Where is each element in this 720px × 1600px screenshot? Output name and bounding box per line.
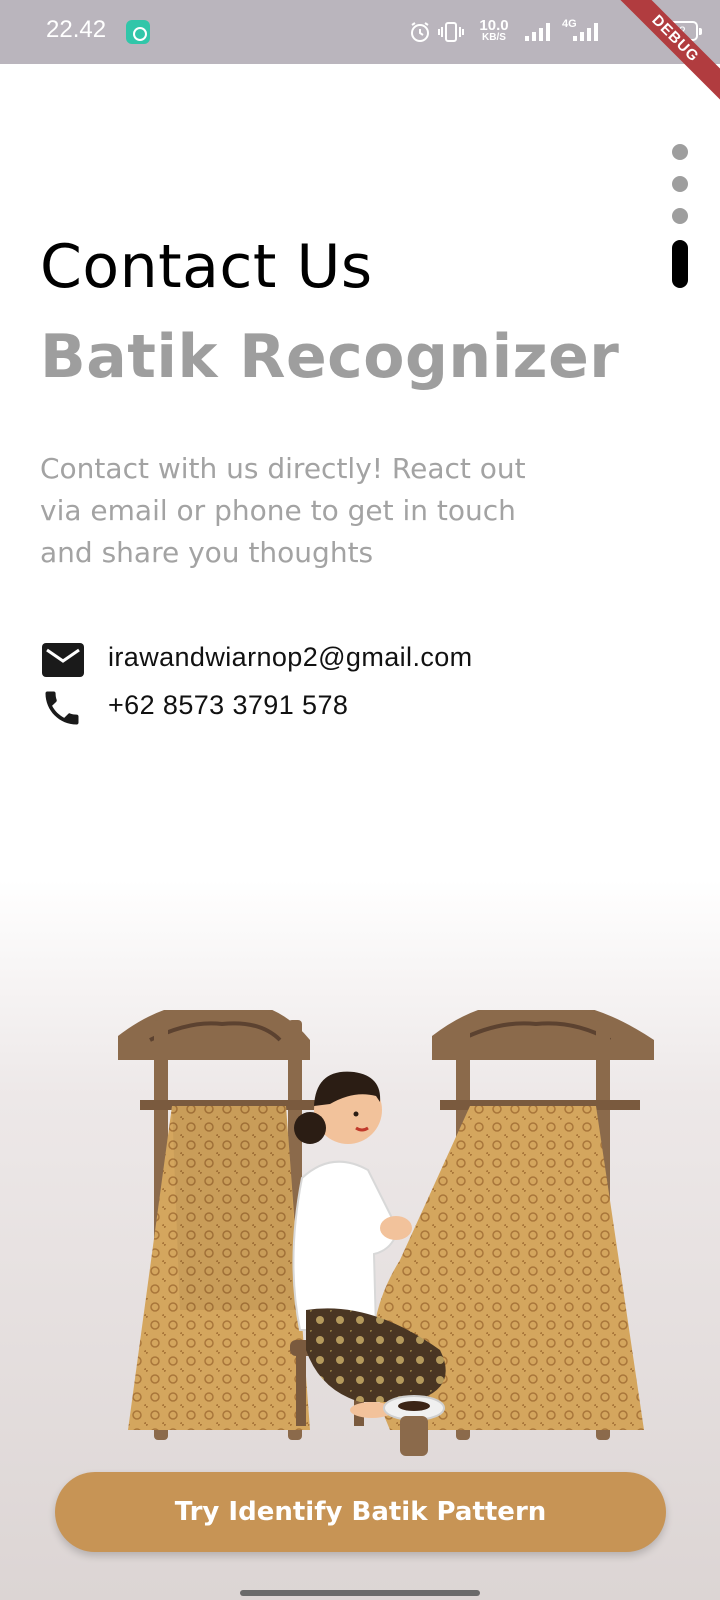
- description-text: Contact with us directly! React out via …: [40, 452, 526, 569]
- debug-banner: DEBUG: [580, 0, 720, 140]
- page-indicator: [672, 144, 688, 304]
- phone-contact[interactable]: +62 8573 3791 578: [40, 686, 640, 730]
- batik-making-illustration: [118, 1010, 654, 1456]
- app-notification-icon: [126, 20, 150, 44]
- alarm-icon: [411, 22, 429, 42]
- network-speed-unit: KB/S: [482, 32, 506, 43]
- debug-banner-label: DEBUG: [607, 0, 720, 107]
- page-dot[interactable]: [672, 208, 688, 224]
- email-address[interactable]: irawandwiarnop2@gmail.com: [108, 642, 473, 673]
- page-dot[interactable]: [672, 144, 688, 160]
- page-title: Contact Us: [40, 232, 373, 302]
- phone-icon: [45, 691, 79, 725]
- app-name-subtitle: Batik Recognizer: [40, 322, 620, 392]
- network-speed-value: 10.0: [479, 17, 509, 34]
- network-speed: 10.0 KB/S: [474, 18, 514, 43]
- status-time: 22.42: [46, 16, 107, 43]
- try-identify-button[interactable]: Try Identify Batik Pattern: [55, 1472, 666, 1552]
- email-contact[interactable]: irawandwiarnop2@gmail.com: [40, 638, 640, 682]
- signal-icon: [525, 23, 550, 41]
- page-dot[interactable]: [672, 176, 688, 192]
- home-indicator[interactable]: [240, 1590, 480, 1596]
- page-dot-active[interactable]: [672, 240, 688, 288]
- phone-number[interactable]: +62 8573 3791 578: [108, 690, 348, 721]
- vibrate-icon: [438, 22, 464, 42]
- email-icon: [42, 643, 84, 677]
